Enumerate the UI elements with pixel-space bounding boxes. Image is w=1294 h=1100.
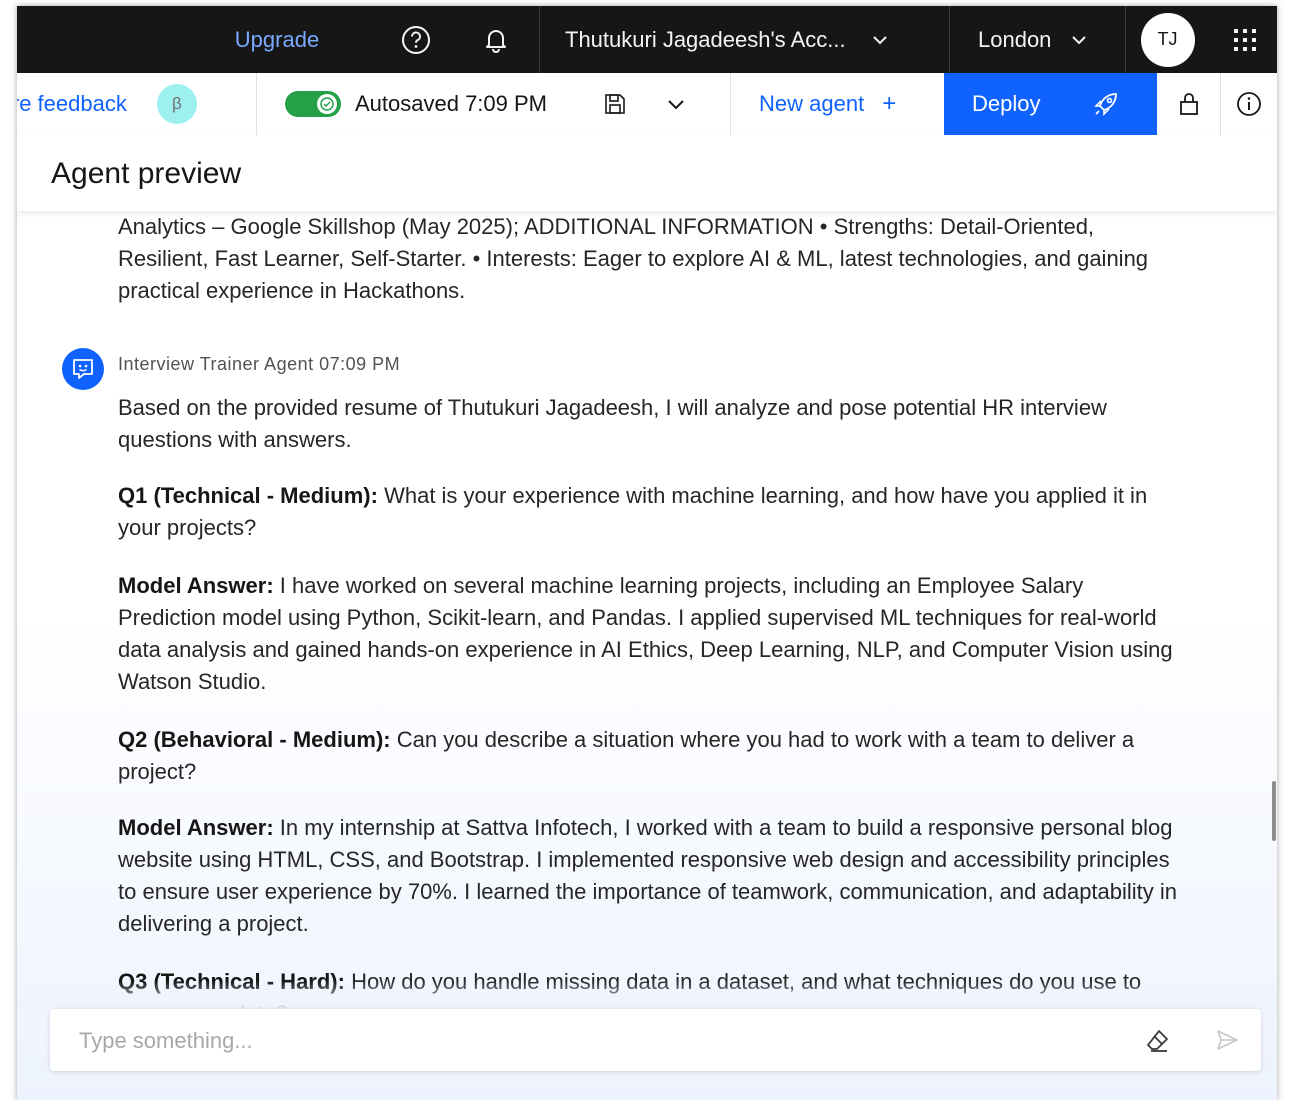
- chat-transcript: Analytics – Google Skillshop (May 2025);…: [17, 211, 1277, 1100]
- account-switcher[interactable]: Thutukuri Jagadeesh's Acc...: [539, 6, 949, 73]
- new-agent-label: New agent: [759, 91, 865, 116]
- check-icon: [317, 94, 337, 114]
- app-window: Upgrade Thutukuri Jagadeesh's Acc... Lon…: [17, 6, 1277, 1100]
- account-label: Thutukuri Jagadeesh's Acc...: [565, 26, 846, 52]
- new-agent-button[interactable]: New agent +: [731, 73, 944, 135]
- chevron-down-icon: [668, 100, 684, 110]
- qa-text: In my internship at Sattva Infotech, I w…: [118, 815, 1178, 936]
- help-icon: [402, 25, 430, 54]
- qa-item: Q2 (Behavioral - Medium): Can you descri…: [118, 724, 1178, 788]
- send-icon: [1217, 1030, 1238, 1050]
- feedback-link[interactable]: ire feedback: [17, 91, 127, 117]
- agent-message-meta: Interview Trainer Agent 07:09 PM: [118, 354, 400, 375]
- qa-label: Model Answer:: [118, 815, 274, 840]
- help-button[interactable]: [392, 6, 440, 73]
- agent-toolbar: ire feedback β Autosaved 7:09 PM New age…: [17, 73, 1277, 136]
- qa-label: Model Answer:: [118, 573, 274, 598]
- plus-icon: +: [882, 90, 897, 117]
- region-label: London: [978, 26, 1052, 52]
- eraser-icon: [1147, 1030, 1168, 1052]
- clear-button[interactable]: [1145, 1027, 1171, 1058]
- agent-timestamp: 07:09 PM: [319, 354, 401, 374]
- user-message: Analytics – Google Skillshop (May 2025);…: [118, 214, 1149, 303]
- qa-item: Model Answer: I have worked on several m…: [118, 570, 1178, 698]
- send-button[interactable]: [1214, 1027, 1240, 1058]
- info-button[interactable]: [1221, 73, 1277, 135]
- panel-header: Agent preview: [17, 135, 1277, 211]
- agent-name: Interview Trainer Agent: [118, 354, 314, 374]
- scroll-fade: [17, 981, 1277, 1009]
- agent-chat-icon: [62, 348, 104, 390]
- lock-icon: [1179, 93, 1198, 115]
- feedback-section: ire feedback β: [17, 73, 257, 135]
- app-switcher-button[interactable]: [1213, 6, 1277, 73]
- autosave-status: Autosaved 7:09 PM: [355, 91, 548, 116]
- upgrade-link[interactable]: Upgrade: [207, 6, 347, 73]
- rocket-icon: [1092, 90, 1120, 118]
- deploy-label: Deploy: [972, 91, 1041, 116]
- beta-badge: β: [156, 84, 197, 124]
- chevron-down-icon: [872, 35, 887, 44]
- qa-text: I have worked on several machine learnin…: [118, 573, 1173, 694]
- qa-label: Q1 (Technical - Medium):: [118, 483, 378, 508]
- info-icon: [1237, 92, 1261, 116]
- save-options-button[interactable]: [665, 93, 687, 115]
- upgrade-label: Upgrade: [234, 26, 320, 52]
- apps-grid-icon: [1234, 28, 1256, 51]
- bell-icon: [486, 29, 506, 53]
- autosave-section: Autosaved 7:09 PM: [257, 73, 731, 135]
- avatar: TJ: [1140, 12, 1195, 67]
- page-title: Agent preview: [51, 157, 242, 190]
- deploy-button[interactable]: Deploy: [944, 73, 1157, 135]
- top-navigation-bar: Upgrade Thutukuri Jagadeesh's Acc... Lon…: [17, 6, 1277, 73]
- save-icon: [605, 94, 625, 114]
- save-button[interactable]: [603, 92, 627, 116]
- notifications-button[interactable]: [472, 6, 520, 73]
- user-avatar-button[interactable]: TJ: [1125, 6, 1209, 73]
- lock-button[interactable]: [1157, 73, 1221, 135]
- qa-label: Q2 (Behavioral - Medium):: [118, 727, 391, 752]
- chat-scrollbar[interactable]: [1272, 781, 1276, 841]
- agent-intro: Based on the provided resume of Thutukur…: [118, 395, 1107, 452]
- region-selector[interactable]: London: [949, 6, 1125, 73]
- chevron-down-icon: [1072, 35, 1087, 44]
- message-input[interactable]: [77, 1023, 1081, 1059]
- message-composer: [50, 1009, 1261, 1071]
- qa-item: Q1 (Technical - Medium): What is your ex…: [118, 480, 1178, 544]
- qa-item: Model Answer: In my internship at Sattva…: [118, 812, 1178, 940]
- autosave-toggle[interactable]: [285, 91, 341, 117]
